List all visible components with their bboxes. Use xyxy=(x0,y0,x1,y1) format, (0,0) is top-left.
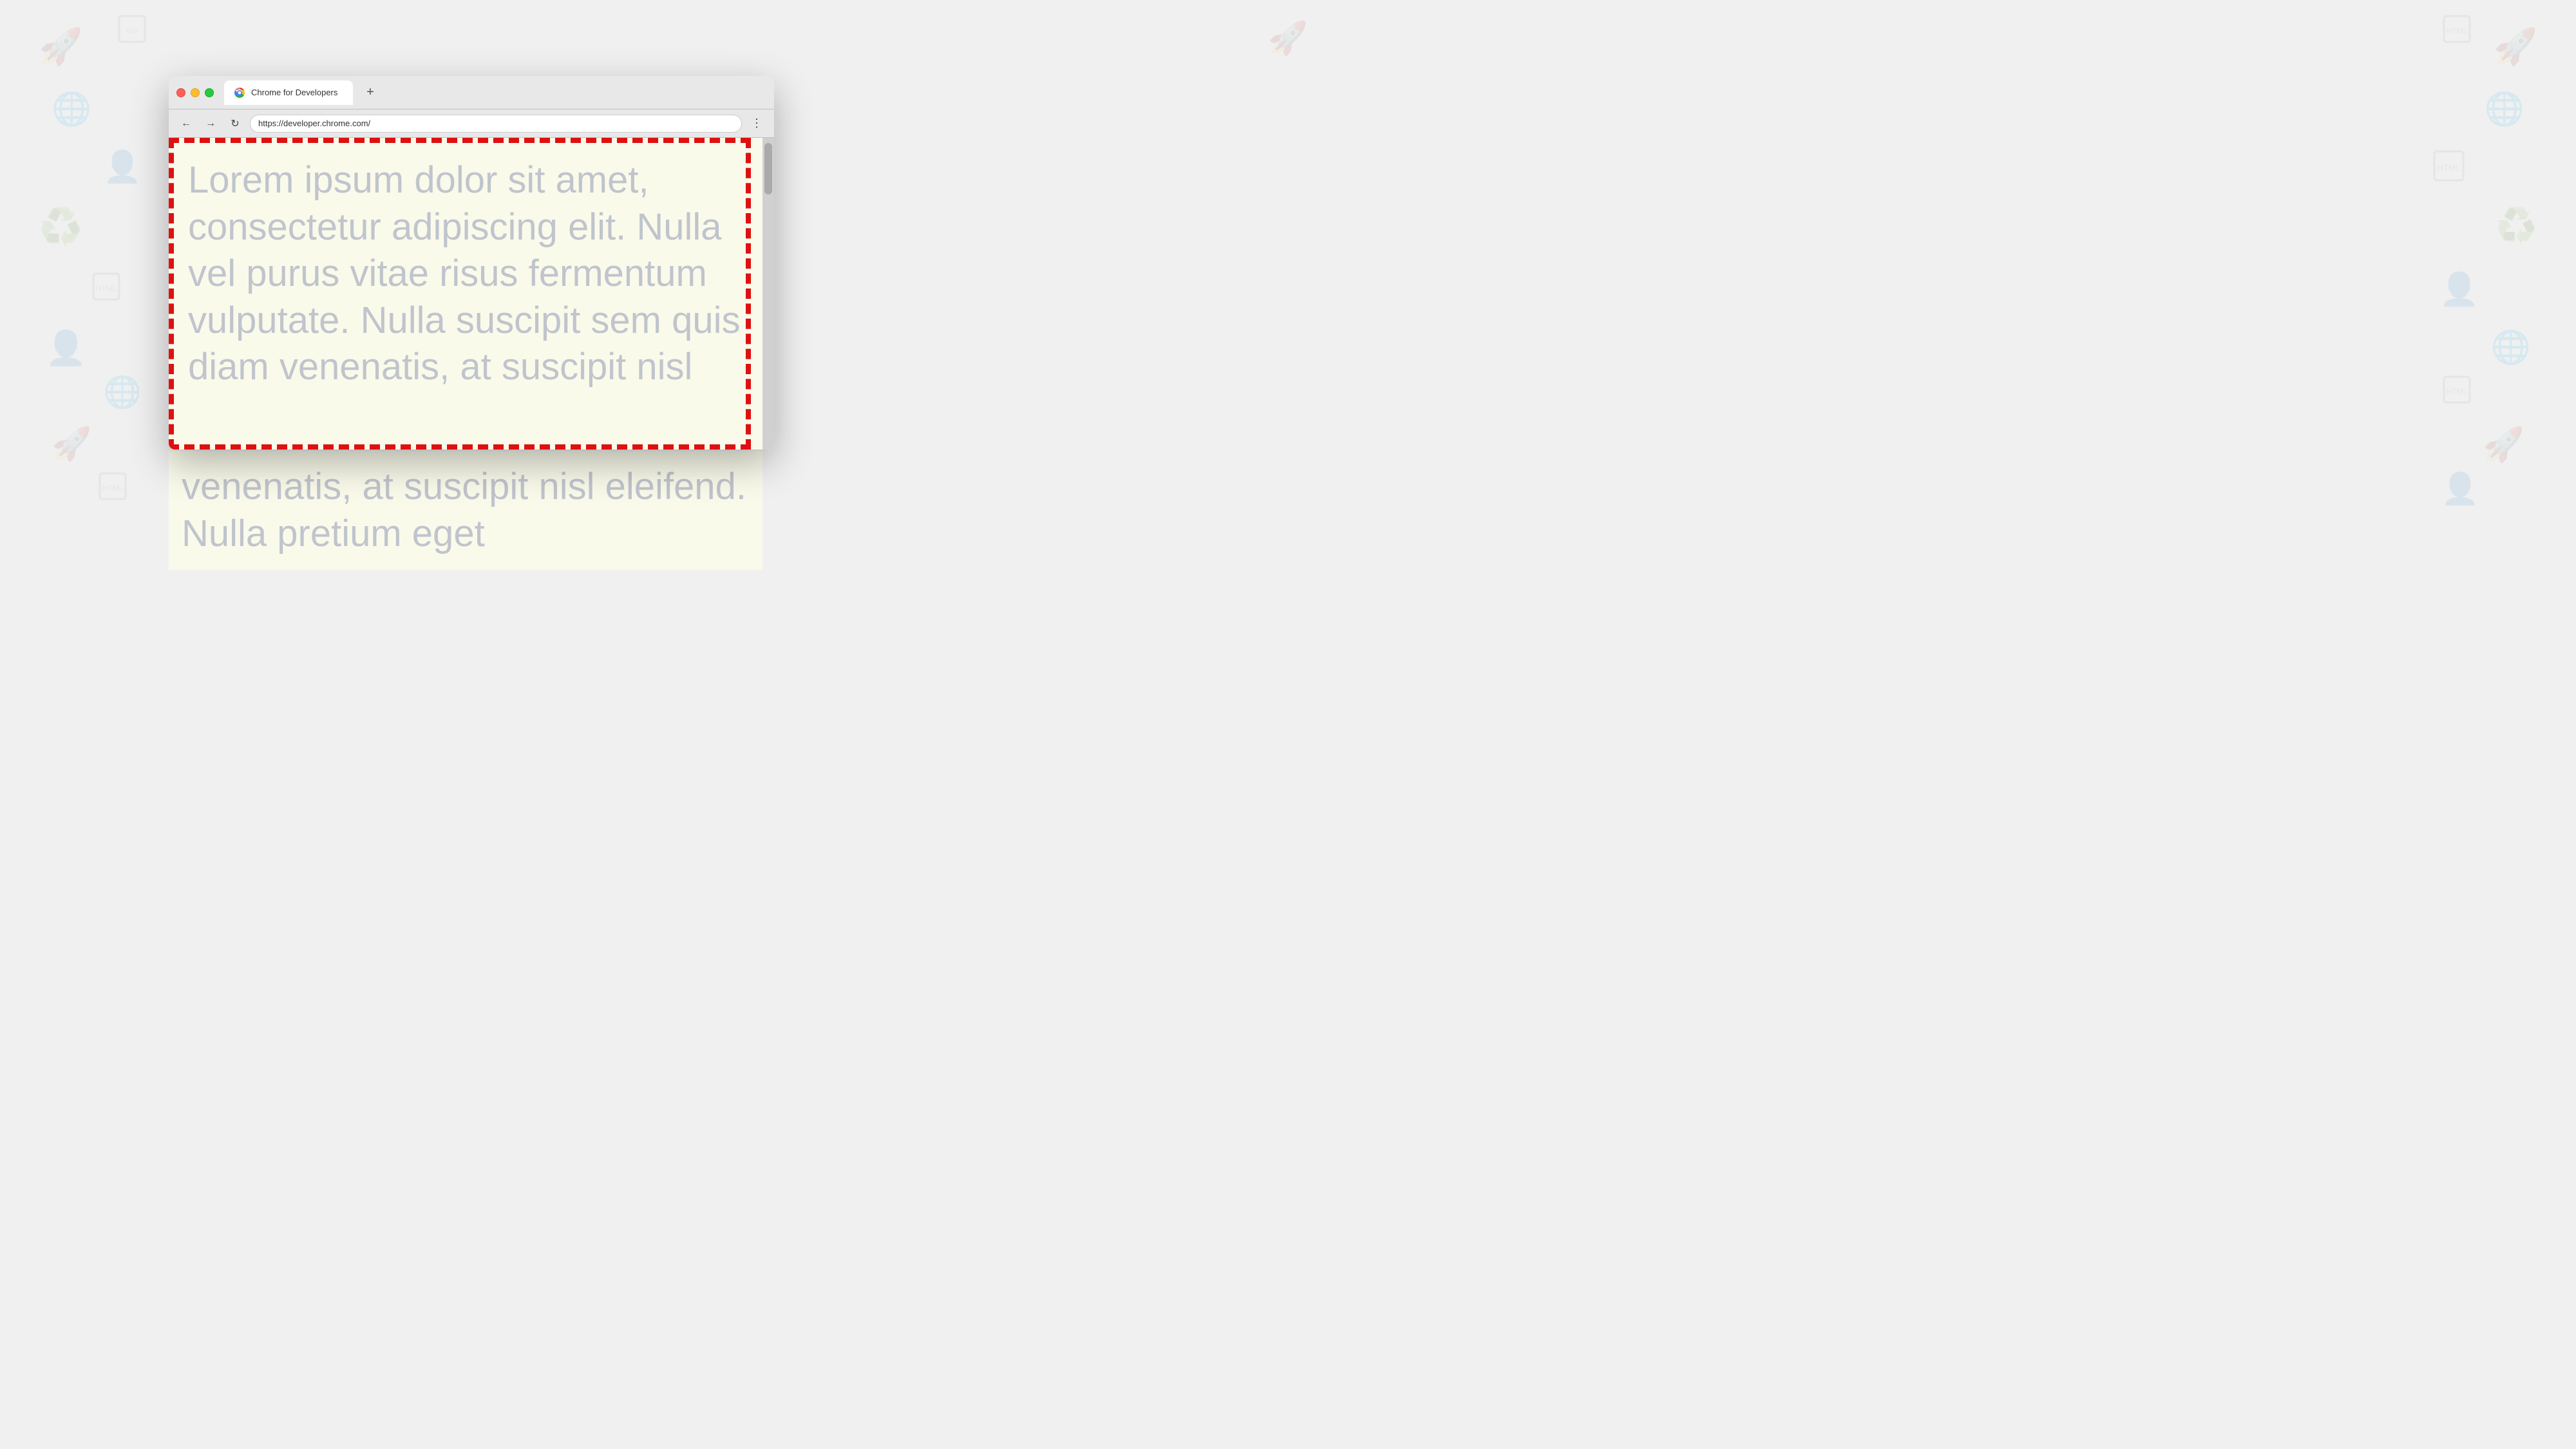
overflow-lorem-text: venenatis, at suscipit nisl eleifend. Nu… xyxy=(169,451,762,570)
forward-button[interactable]: → xyxy=(201,114,220,133)
deco-person-2: 👤 xyxy=(45,328,87,368)
deco-html-r3: HTML xyxy=(2441,374,2473,413)
deco-rocket-2: 🚀 xyxy=(52,425,91,463)
browser-window: Chrome for Developers + ← → ↻ https://de… xyxy=(169,76,774,450)
reload-button[interactable]: ↻ xyxy=(225,114,245,133)
minimize-button[interactable] xyxy=(191,88,200,97)
deco-globe-r2: 🌐 xyxy=(2491,328,2531,366)
svg-text:HTML: HTML xyxy=(96,284,117,293)
deco-html-1: </> xyxy=(116,13,148,52)
maximize-button[interactable] xyxy=(205,88,214,97)
deco-globe-2: 🌐 xyxy=(103,374,142,410)
tab-title: Chrome for Developers xyxy=(251,88,344,97)
deco-recycle-1: ♻️ xyxy=(39,206,82,248)
address-bar[interactable]: https://developer.chrome.com/ xyxy=(250,115,742,133)
deco-html-r2: HTML xyxy=(2431,148,2467,191)
deco-html-r1: HTML xyxy=(2441,13,2473,52)
svg-text:HTML: HTML xyxy=(2447,387,2468,396)
deco-rocket-top: 🚀 xyxy=(1268,19,1308,57)
menu-button[interactable]: ⋮ xyxy=(747,114,766,133)
title-bar: Chrome for Developers + xyxy=(169,76,774,109)
deco-globe-r1: 🌐 xyxy=(2485,90,2524,128)
deco-recycle-r1: ♻️ xyxy=(2496,206,2537,245)
back-button[interactable]: ← xyxy=(176,114,196,133)
forward-icon: → xyxy=(205,118,216,129)
traffic-lights xyxy=(176,88,214,97)
svg-text:</>: </> xyxy=(126,25,138,35)
deco-html-2: HTML xyxy=(90,270,122,310)
chrome-favicon xyxy=(233,86,246,99)
menu-icon: ⋮ xyxy=(751,117,762,130)
svg-text:HTML: HTML xyxy=(102,484,124,493)
scrollbar-thumb[interactable] xyxy=(764,143,772,194)
scrollbar[interactable] xyxy=(762,138,774,450)
svg-text:HTML: HTML xyxy=(2447,26,2468,35)
close-button[interactable] xyxy=(176,88,185,97)
deco-rocket-r1: 🚀 xyxy=(2494,26,2537,68)
reload-icon: ↻ xyxy=(231,117,239,130)
deco-html-3: HTML xyxy=(97,470,129,509)
deco-globe-1: 🌐 xyxy=(52,90,91,128)
back-icon: ← xyxy=(181,118,191,129)
deco-person-r1: 👤 xyxy=(2439,270,2479,308)
deco-person-r2: 👤 xyxy=(2441,470,2479,507)
url-text: https://developer.chrome.com/ xyxy=(258,118,370,128)
lorem-text: Lorem ipsum dolor sit amet, consectetur … xyxy=(182,151,750,397)
new-tab-button[interactable]: + xyxy=(361,83,380,102)
active-tab[interactable]: Chrome for Developers xyxy=(224,80,353,105)
deco-rocket-r2: 🚀 xyxy=(2483,425,2524,464)
svg-text:HTML: HTML xyxy=(2437,163,2459,173)
page-content: Lorem ipsum dolor sit amet, consectetur … xyxy=(169,138,762,450)
nav-bar: ← → ↻ https://developer.chrome.com/ ⋮ xyxy=(169,109,774,138)
deco-rocket-1: 🚀 xyxy=(39,26,82,68)
deco-person-1: 👤 xyxy=(103,148,142,185)
content-area: Lorem ipsum dolor sit amet, consectetur … xyxy=(169,138,774,450)
